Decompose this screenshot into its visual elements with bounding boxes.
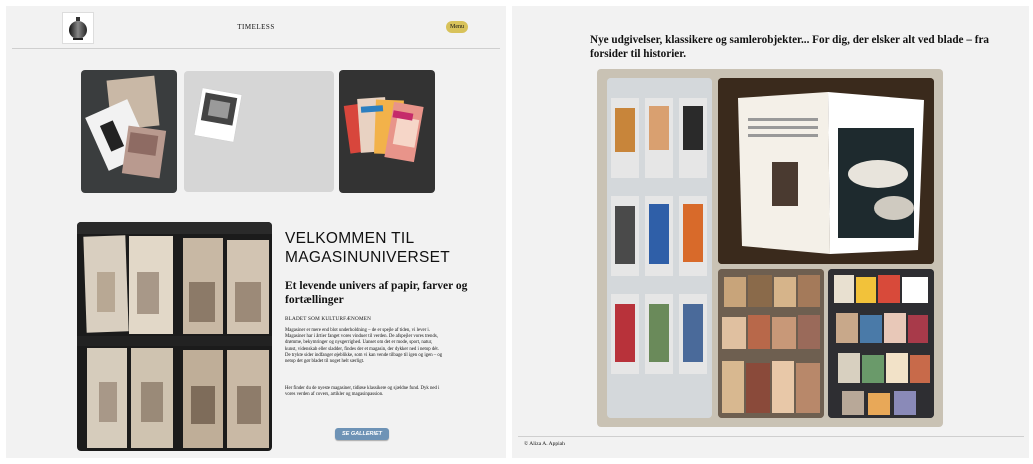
site-title[interactable]: TIMELESS (6, 23, 506, 31)
homepage-panel: TIMELESS Menu VELKOMMEN TIL MAGASINUNIVE… (6, 6, 506, 458)
wall-rack-photo[interactable] (607, 78, 712, 418)
intro-paragraph-1: Magasiner er mere end blot underholdning… (285, 328, 443, 365)
polaroid-magazine-photo[interactable] (184, 71, 334, 192)
collection-panel: Nye udgivelser, klassikere og samlerobje… (512, 6, 1029, 458)
see-gallery-button[interactable]: SE GALLERIET (335, 428, 389, 440)
intro-paragraph-2: Her finder du de nyeste magasiner, tidlø… (285, 386, 440, 398)
magazine-shelf-photo-2[interactable] (828, 269, 934, 418)
menu-button[interactable]: Menu (446, 21, 468, 33)
magazine-rack-hero-photo (77, 222, 272, 451)
collection-tagline: Nye udgivelser, klassikere og samlerobje… (590, 34, 989, 60)
page-subtitle: Et levende univers af papir, farver og f… (285, 280, 468, 306)
magazine-photo-stack[interactable] (81, 70, 177, 193)
section-kicker: BLADET SOM KULTURFÆNOMEN (285, 316, 372, 322)
magazine-spread-photo[interactable] (718, 78, 934, 264)
photo-collage (597, 69, 943, 427)
magazine-shelf-photo-1[interactable] (718, 269, 824, 418)
header-divider (12, 48, 500, 49)
page-title: VELKOMMEN TIL MAGASINUNIVERSET (285, 230, 450, 266)
magazine-fan-photo[interactable] (339, 70, 435, 193)
footer-divider (518, 436, 1024, 437)
copyright-text: © Aliza A. Appiah (524, 441, 565, 447)
